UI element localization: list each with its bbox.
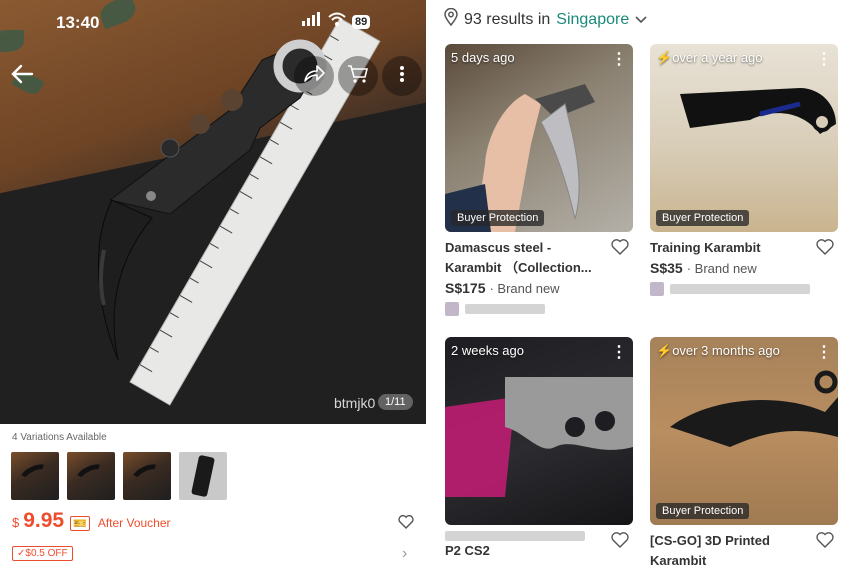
signal-icon [302,12,322,31]
more-icon [399,65,405,88]
listing-card[interactable]: 2 weeks ago ⋮ P2 CS2 [445,337,633,561]
listing-time: ⚡over 3 months ago [656,343,780,358]
lightning-icon: ⚡ [656,50,673,65]
buyer-protection-badge: Buyer Protection [656,503,750,519]
listing-photo [680,88,836,134]
more-icon[interactable]: ⋮ [611,345,627,361]
heart-outline-icon [611,239,629,259]
product-image[interactable]: 13:40 89 btmjk0 1/11 [0,0,426,424]
listing-card[interactable]: 5 days ago ⋮ Buyer Protection Damascus s… [445,44,633,316]
listing-photo [445,377,633,497]
variation-thumb[interactable] [123,452,171,500]
more-icon[interactable]: ⋮ [816,345,832,361]
title-blurred [445,531,585,541]
seller-row [650,282,838,296]
listing-price-row: S$35 · Brand new [650,260,838,276]
location-bar[interactable]: 93 results in Singapore [444,7,647,31]
heart-outline-icon [398,514,414,533]
buyer-protection-badge: Buyer Protection [451,210,545,226]
listing-photo [445,84,595,232]
status-time: 13:40 [56,13,100,32]
variation-thumb[interactable] [11,452,59,500]
listing-image[interactable]: 5 days ago ⋮ Buyer Protection [445,44,633,232]
more-button[interactable] [382,56,422,96]
back-button[interactable] [2,56,42,96]
variations-label: 4 Variations Available [12,432,107,443]
listing-card[interactable]: ⚡over a year ago ⋮ Buyer Protection Trai… [650,44,838,296]
listing-time: ⚡over a year ago [656,50,763,65]
listing-image[interactable]: ⚡over 3 months ago ⋮ Buyer Protection [650,337,838,525]
results-count: 93 results in [464,10,551,28]
favorite-button[interactable] [611,532,629,553]
chevron-right-icon[interactable]: › [402,545,407,563]
listing-price: S$175 [445,280,486,296]
favorite-button[interactable] [816,239,834,260]
listing-title[interactable]: [CS-GO] 3D Printed Karambit [650,531,838,571]
cart-button[interactable] [338,56,378,96]
listing-condition: · Brand new [686,261,757,276]
listing-price: S$35 [650,260,683,276]
buyer-protection-badge: Buyer Protection [656,210,750,226]
wifi-icon [328,12,346,31]
product-price: $ 9.95 🎫 After Voucher [12,509,171,533]
more-icon[interactable]: ⋮ [611,52,627,68]
image-counter: 1/11 [378,394,413,410]
heart-outline-icon [816,532,834,552]
seller-avatar [445,302,459,316]
seller-row [445,302,633,316]
image-watermark: btmjk0 [334,395,376,411]
listing-image[interactable]: ⚡over a year ago ⋮ Buyer Protection [650,44,838,232]
location-name[interactable]: Singapore [556,11,629,29]
variation-thumbnails [11,452,227,500]
share-button[interactable] [294,56,334,96]
favorite-button[interactable] [398,514,414,534]
share-icon [303,64,325,88]
variation-thumb[interactable] [67,452,115,500]
heart-outline-icon [611,532,629,552]
favorite-button[interactable] [816,532,834,553]
voucher-ticket-icon: 🎫 [70,516,90,531]
listing-image[interactable]: 2 weeks ago ⋮ [445,337,633,525]
listing-title[interactable]: P2 CS2 [445,531,633,561]
price-currency: $ [12,515,20,530]
variation-thumb[interactable] [179,452,227,500]
heart-outline-icon [816,239,834,259]
seller-name-blurred [465,304,545,314]
more-icon[interactable]: ⋮ [816,52,832,68]
cart-icon [347,64,369,89]
location-pin-icon [444,7,458,31]
lightning-icon: ⚡ [656,343,673,358]
price-suffix: After Voucher [97,516,171,530]
search-results-panel: 93 results in Singapore 5 days ago ⋮ Buy… [430,0,846,572]
seller-name-blurred [670,284,810,294]
status-icons: 89 [302,12,371,31]
listing-condition: · Brand new [489,281,560,296]
product-detail-panel: 13:40 89 btmjk0 1/11 4 Variations Availa… [0,0,426,572]
favorite-button[interactable] [611,239,629,260]
listing-card[interactable]: ⚡over 3 months ago ⋮ Buyer Protection [C… [650,337,838,571]
seller-avatar [650,282,664,296]
chevron-down-icon [635,11,647,29]
arrow-left-icon [10,64,34,89]
listing-photo [670,370,838,447]
price-amount: 9.95 [23,509,65,532]
listing-time: 2 weeks ago [451,343,524,358]
listing-time: 5 days ago [451,50,515,65]
listing-price-row: S$175 · Brand new [445,280,633,296]
battery-indicator: 89 [352,14,371,29]
listing-title[interactable]: Training Karambit [650,238,838,258]
discount-badge[interactable]: ✓$0.5 OFF [12,546,73,561]
listing-title[interactable]: Damascus steel - Karambit （Collection... [445,238,633,278]
